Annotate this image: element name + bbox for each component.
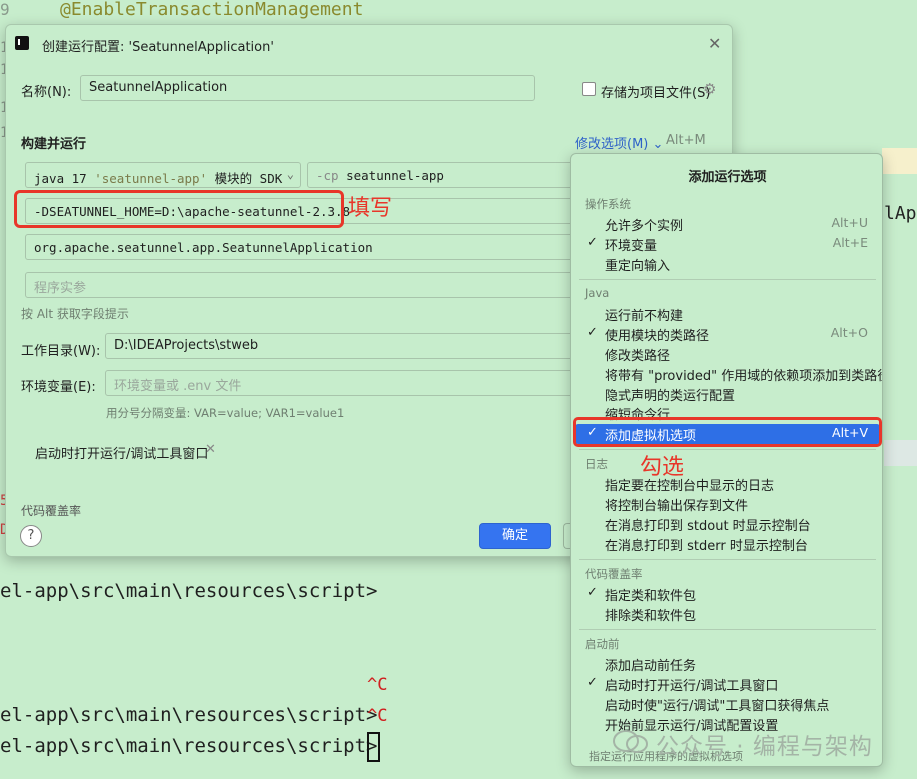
modify-options-link[interactable]: 修改选项(M) ⌄ xyxy=(575,133,663,152)
menu-item[interactable]: 修改类路径 xyxy=(575,344,880,364)
env-placeholder: 环境变量或 .env 文件 xyxy=(114,379,242,394)
help-button[interactable]: ? xyxy=(20,525,42,547)
terminal-prompt: el-app\src\main\resources\script> xyxy=(0,735,378,757)
section-title: 构建并运行 xyxy=(21,137,87,152)
group-coverage: 代码覆盖率 xyxy=(585,567,643,581)
menu-item[interactable]: 添加启动前任务 xyxy=(575,654,880,674)
dialog-title: 创建运行配置: 'SeatunnelApplication' xyxy=(42,40,274,55)
editor-strip xyxy=(884,440,917,466)
separator xyxy=(579,449,876,450)
separator xyxy=(579,279,876,280)
store-label: 存储为项目文件(S) xyxy=(601,86,711,101)
name-label: 名称(N): xyxy=(21,85,72,100)
store-as-project-file-checkbox[interactable] xyxy=(582,82,596,96)
add-run-options-popup: 添加运行选项 操作系统 允许多个实例 Alt+U ✓ 环境变量 Alt+E 重定向输入… xyxy=(570,153,883,767)
menu-item[interactable]: 在消息打印到 stdout 时显示控制台 xyxy=(575,514,880,534)
menu-item[interactable]: 在消息打印到 stderr 时显示控制台 xyxy=(575,534,880,554)
cp-flag: -cp xyxy=(316,168,339,183)
terminal-cursor xyxy=(367,732,380,762)
annotation-check: 勾选 xyxy=(640,455,685,480)
env-hint: 用分号分隔变量: VAR=value; VAR1=value1 xyxy=(106,406,345,420)
check-icon: ✓ xyxy=(587,325,598,340)
terminal-prompt: el-app\src\main\resources\script> xyxy=(0,704,378,726)
editor-background: 9 @EnableTransactionManagement xyxy=(0,0,917,22)
terminal-prompt: el-app\src\main\resources\script> xyxy=(0,580,378,602)
group-os: 操作系统 xyxy=(585,197,631,211)
menu-item[interactable]: 运行前不构建 xyxy=(575,304,880,324)
workdir-label: 工作目录(W): xyxy=(21,344,101,359)
line-number: 9 xyxy=(0,0,10,19)
modify-options-label: 修改选项(M) xyxy=(575,137,649,152)
menu-item[interactable]: ✓ 环境变量 Alt+E xyxy=(575,234,880,254)
workdir-field[interactable]: D:\IDEAProjects\stweb xyxy=(105,333,585,359)
program-args-field[interactable]: 程序实参 xyxy=(25,272,585,298)
menu-item[interactable]: 重定向输入 xyxy=(575,254,880,274)
sdk-select[interactable]: java 17 'seatunnel-app' 模块的 SDK ⌄ xyxy=(25,162,301,188)
cp-value: seatunnel-app xyxy=(346,168,444,183)
intellij-icon xyxy=(15,36,29,50)
sdk-java: java 17 xyxy=(34,171,87,186)
annotation-fill: 填写 xyxy=(348,196,393,221)
alt-hint: 按 Alt 获取字段提示 xyxy=(21,307,129,321)
main-class-value: org.apache.seatunnel.app.SeatunnelApplic… xyxy=(34,240,373,255)
menu-item[interactable]: 允许多个实例 Alt+U xyxy=(575,214,880,234)
group-before-launch: 启动前 xyxy=(585,637,620,651)
remove-option-icon[interactable]: ✕ xyxy=(205,442,216,457)
menu-item[interactable]: 指定要在控制台中显示的日志 xyxy=(575,474,880,494)
popup-title: 添加运行选项 xyxy=(688,170,767,185)
classpath-select[interactable]: -cp seatunnel-app xyxy=(307,162,587,188)
check-icon: ✓ xyxy=(587,235,598,250)
menu-item[interactable]: ✓ 启动时打开运行/调试工具窗口 xyxy=(575,674,880,694)
menu-item[interactable]: 将带有 "provided" 作用域的依赖项添加到类路径 xyxy=(575,364,882,384)
editor-highlight-strip xyxy=(882,148,917,174)
highlight-box-add-vm-options xyxy=(573,417,882,447)
env-label: 环境变量(E): xyxy=(21,380,96,395)
editor-peek-text: lAp xyxy=(884,203,917,224)
group-log: 日志 xyxy=(585,457,608,471)
menu-item[interactable]: ✓ 指定类和软件包 xyxy=(575,584,880,604)
menu-item[interactable]: 隐式声明的类运行配置 xyxy=(575,384,880,404)
name-field[interactable]: SeatunnelApplication xyxy=(80,75,535,101)
chevron-down-icon: ⌄ xyxy=(652,137,664,152)
separator xyxy=(579,629,876,630)
open-tool-window-option: 启动时打开运行/调试工具窗口 xyxy=(35,447,209,462)
gear-icon[interactable]: ⚙ xyxy=(703,80,716,98)
separator xyxy=(579,559,876,560)
ok-button[interactable]: 确定 xyxy=(479,523,551,549)
check-icon: ✓ xyxy=(587,585,598,600)
check-icon: ✓ xyxy=(587,675,598,690)
code-annotation: @EnableTransactionManagement xyxy=(60,0,364,20)
watermark: 公众号 · 编程与架构 xyxy=(656,734,873,760)
menu-item[interactable]: 启动时使"运行/调试"工具窗口获得焦点 xyxy=(575,694,880,714)
group-java: Java xyxy=(585,286,610,300)
menu-item[interactable]: ✓ 使用模块的类路径 Alt+O xyxy=(575,324,880,344)
env-field[interactable]: 环境变量或 .env 文件 xyxy=(105,370,585,396)
terminal-ctrlc: ^C xyxy=(367,706,388,726)
program-args-placeholder: 程序实参 xyxy=(34,281,87,296)
chevron-down-icon: ⌄ xyxy=(286,167,294,181)
close-icon[interactable]: ✕ xyxy=(708,34,721,53)
name-value: SeatunnelApplication xyxy=(89,80,228,95)
modify-shortcut: Alt+M xyxy=(666,133,706,148)
wechat-logo-icon xyxy=(613,730,648,753)
sdk-suffix: 模块的 SDK xyxy=(214,171,283,186)
menu-item[interactable]: 将控制台输出保存到文件 xyxy=(575,494,880,514)
sdk-module: 'seatunnel-app' xyxy=(94,171,208,186)
coverage-section: 代码覆盖率 xyxy=(21,504,82,518)
main-class-field[interactable]: org.apache.seatunnel.app.SeatunnelApplic… xyxy=(25,234,585,260)
menu-item[interactable]: 排除类和软件包 xyxy=(575,604,880,624)
terminal-ctrlc: ^C xyxy=(367,675,388,695)
workdir-value: D:\IDEAProjects\stweb xyxy=(114,338,259,353)
highlight-box-vm-options xyxy=(14,190,344,228)
